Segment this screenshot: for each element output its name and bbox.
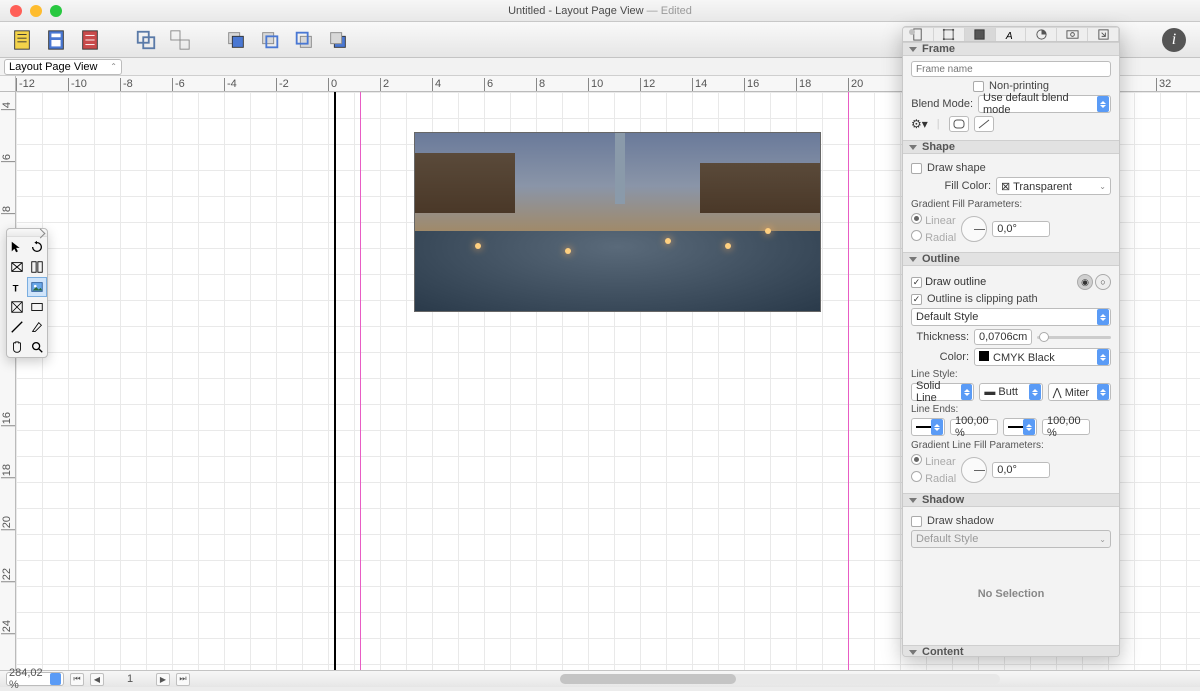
thickness-slider[interactable] [1037, 336, 1111, 339]
info-button[interactable]: i [1162, 28, 1186, 52]
outline-mode-b[interactable]: ○ [1095, 274, 1111, 290]
inspector-tab-export[interactable] [1088, 28, 1119, 41]
titlebar: Untitled - Layout Page View — Edited [0, 0, 1200, 22]
draw-outline-checkbox[interactable] [911, 277, 922, 288]
page-number: 1 [110, 673, 150, 685]
window-title: Untitled - Layout Page View [508, 5, 644, 17]
inspector-tab-color[interactable] [1026, 28, 1057, 41]
line-end-right-field[interactable]: 100,00 % [1042, 419, 1090, 435]
inspector-tab-appearance[interactable] [965, 28, 996, 41]
section-frame-header[interactable]: Frame [903, 42, 1119, 56]
line-style-select[interactable]: Solid Line [911, 383, 974, 401]
last-page-button[interactable]: ⏭ [176, 673, 190, 686]
polygon-tool[interactable] [7, 297, 27, 317]
line-tool[interactable] [7, 317, 27, 337]
section-shape-header[interactable]: Shape [903, 140, 1119, 154]
non-printing-checkbox[interactable] [973, 81, 984, 92]
horizontal-scrollbar[interactable] [560, 674, 1000, 684]
vertical-ruler[interactable]: 468161820222426 [0, 92, 16, 670]
placed-image-frame[interactable] [414, 132, 821, 312]
shape-radial-radio[interactable] [911, 230, 922, 241]
first-page-button[interactable]: ⏮ [70, 673, 84, 686]
section-shadow-header[interactable]: Shadow [903, 493, 1119, 507]
outline-angle-field[interactable]: 0,0° [992, 462, 1050, 478]
text-tool[interactable]: T [7, 277, 27, 297]
view-mode-value: Layout Page View [9, 61, 97, 73]
group-icon[interactable] [132, 26, 160, 54]
inspector-tab-document[interactable] [903, 28, 934, 41]
section-outline-header[interactable]: Outline [903, 252, 1119, 266]
clipping-checkbox[interactable] [911, 294, 922, 305]
outline-linear-radio[interactable] [911, 454, 922, 465]
draw-shape-checkbox[interactable] [911, 163, 922, 174]
shape-angle-field[interactable]: 0,0° [992, 221, 1050, 237]
statusbar: 284,02 % ⏮ ◀ 1 ▶ ⏭ [0, 670, 1200, 687]
shadow-style-select[interactable]: Default Style⌄ [911, 530, 1111, 548]
inspector-tab-image[interactable] [1057, 28, 1088, 41]
bring-forward-icon[interactable] [256, 26, 284, 54]
draw-shadow-checkbox[interactable] [911, 516, 922, 527]
inspector-tab-frame[interactable] [934, 28, 965, 41]
outline-radial-radio[interactable] [911, 471, 922, 482]
shape-angle-dial[interactable] [961, 216, 987, 242]
palette-collapse-button[interactable] [7, 229, 47, 237]
outline-angle-dial[interactable] [961, 457, 987, 483]
send-backward-icon[interactable] [290, 26, 318, 54]
page-red-icon[interactable] [76, 26, 104, 54]
page-blue-icon[interactable] [42, 26, 70, 54]
gear-icon[interactable]: ⚙︎▾ [911, 117, 928, 131]
section-content-header[interactable]: Content [903, 645, 1119, 657]
shape-linear-radio[interactable] [911, 213, 922, 224]
rotate-tool[interactable] [27, 237, 47, 257]
page-yellow-icon[interactable] [8, 26, 36, 54]
inspector-panel: A Frame Non-printing Blend Mode: Use def… [902, 26, 1120, 657]
ruler-origin[interactable] [0, 76, 16, 92]
tool-palette[interactable]: T [6, 228, 48, 358]
select-tool[interactable] [7, 237, 27, 257]
inspector-header[interactable] [903, 27, 1119, 28]
line-end-right-select[interactable] [1003, 418, 1037, 436]
svg-text:A: A [1005, 31, 1013, 41]
prev-page-button[interactable]: ◀ [90, 673, 104, 686]
fill-color-select[interactable]: ⊠ Transparent⌄ [996, 177, 1111, 195]
non-printing-label: Non-printing [989, 80, 1049, 92]
frame-name-input[interactable] [911, 61, 1111, 77]
rect-frame-tool[interactable] [7, 257, 27, 277]
line-end-left-select[interactable] [911, 418, 945, 436]
rounded-rect-icon[interactable] [949, 116, 969, 132]
inspector-tab-text[interactable]: A [996, 28, 1027, 41]
hand-tool[interactable] [7, 337, 27, 357]
margin-guide-right [848, 92, 849, 670]
pen-tool[interactable] [27, 317, 47, 337]
send-back-icon[interactable] [324, 26, 352, 54]
line-end-left-field[interactable]: 100,00 % [950, 419, 998, 435]
page-left-edge [334, 92, 336, 670]
column-frame-tool[interactable] [27, 257, 47, 277]
next-page-button[interactable]: ▶ [156, 673, 170, 686]
outline-mode-a[interactable]: ◉ [1077, 274, 1093, 290]
line-cap-select[interactable]: ▬ Butt [979, 383, 1042, 401]
margin-guide-left [360, 92, 361, 670]
window-edited: — Edited [647, 5, 692, 17]
svg-text:T: T [13, 283, 19, 294]
blend-mode-label: Blend Mode: [911, 98, 973, 110]
outline-color-select[interactable]: CMYK Black [974, 348, 1111, 366]
bring-front-icon[interactable] [222, 26, 250, 54]
zoom-tool[interactable] [27, 337, 47, 357]
rect-tool[interactable] [27, 297, 47, 317]
ungroup-icon[interactable] [166, 26, 194, 54]
image-tool[interactable] [27, 277, 47, 297]
thickness-field[interactable]: 0,0706cm [974, 329, 1032, 345]
line-join-select[interactable]: ⋀ Miter [1048, 383, 1111, 401]
outline-style-select[interactable]: Default Style [911, 308, 1111, 326]
no-selection-label: No Selection [911, 548, 1111, 640]
view-mode-select[interactable]: Layout Page View ⌃ [4, 59, 122, 75]
diagonal-line-icon[interactable] [974, 116, 994, 132]
zoom-field[interactable]: 284,02 % [6, 672, 64, 686]
blend-mode-select[interactable]: Use default blend mode [978, 95, 1111, 113]
